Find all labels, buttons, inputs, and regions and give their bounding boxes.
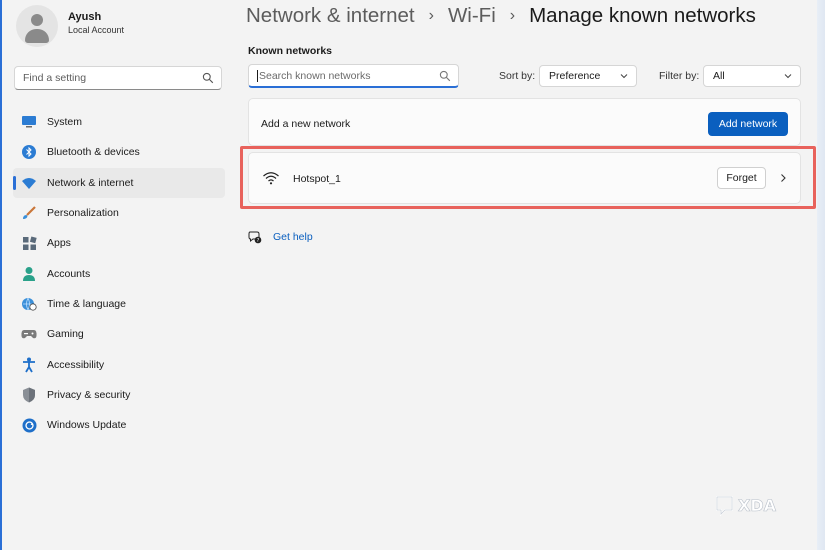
sidebar-item-label: Network & internet (47, 176, 134, 189)
sort-by-dropdown[interactable]: Preference (539, 65, 637, 87)
window-edge-right (817, 0, 825, 550)
sidebar-item-label: Gaming (47, 328, 84, 341)
sidebar-item-system[interactable]: System (13, 107, 225, 137)
sort-by-value: Preference (549, 70, 601, 82)
monitor-icon (21, 114, 37, 130)
help-chat-icon: ? (248, 231, 262, 244)
wifi-icon (21, 175, 37, 191)
sidebar-item-label: Accounts (47, 267, 91, 280)
chevron-down-icon (784, 74, 792, 79)
sidebar-item-label: Windows Update (47, 419, 127, 432)
get-help-link[interactable]: ? Get help (248, 230, 313, 244)
brush-icon (21, 205, 37, 221)
text-caret (257, 70, 258, 82)
find-setting-placeholder: Find a setting (23, 72, 87, 84)
highlight-annotation (240, 146, 816, 209)
sort-by-label: Sort by: (499, 70, 536, 82)
bluetooth-icon (21, 144, 37, 160)
sidebar-item-label: Time & language (47, 297, 126, 310)
globe-clock-icon (21, 296, 37, 312)
add-new-network-label: Add a new network (261, 118, 351, 130)
chevron-right-icon: › (509, 7, 516, 24)
sidebar-item-windows-update[interactable]: Windows Update (13, 410, 225, 440)
sidebar-item-time-language[interactable]: Time & language (13, 289, 225, 319)
search-icon (439, 70, 451, 82)
update-icon (21, 417, 37, 433)
sidebar-item-gaming[interactable]: Gaming (13, 319, 225, 349)
sidebar-item-label: Personalization (47, 207, 119, 220)
sidebar-item-accessibility[interactable]: Accessibility (13, 349, 225, 379)
sidebar-item-bluetooth[interactable]: Bluetooth & devices (13, 137, 225, 167)
search-icon (202, 72, 214, 84)
add-network-card: Add a new network Add network (248, 98, 801, 146)
xda-logo-icon: XDA (716, 496, 777, 517)
add-network-button[interactable]: Add network (708, 112, 788, 136)
chevron-down-icon (620, 74, 628, 79)
apps-icon (21, 235, 37, 251)
known-networks-title: Known networks (248, 45, 333, 57)
search-known-networks-placeholder: Search known networks (259, 70, 371, 82)
person-icon (21, 266, 37, 282)
accessibility-icon (21, 357, 37, 373)
watermark-text: XDA (738, 496, 777, 515)
filter-by-value: All (713, 70, 725, 82)
svg-text:?: ? (257, 238, 260, 244)
sidebar-item-network[interactable]: Network & internet (13, 167, 225, 198)
breadcrumb-network-internet[interactable]: Network & internet (246, 4, 415, 28)
chevron-right-icon: › (428, 7, 434, 24)
filter-by-label: Filter by: (659, 70, 700, 82)
sidebar-item-label: System (47, 116, 83, 129)
sidebar: Ayush Local Account Find a setting Syste… (0, 0, 236, 550)
shield-icon (21, 387, 37, 403)
sidebar-nav: System Bluetooth & devices Network & int… (13, 107, 225, 440)
sidebar-item-apps[interactable]: Apps (13, 228, 225, 258)
sidebar-item-label: Accessibility (47, 358, 105, 371)
find-setting-input[interactable]: Find a setting (14, 66, 222, 90)
avatar (16, 5, 58, 47)
profile-account-type: Local Account (68, 25, 125, 35)
user-profile[interactable]: Ayush Local Account (16, 5, 124, 47)
sidebar-item-accounts[interactable]: Accounts (13, 258, 225, 288)
sidebar-item-label: Apps (47, 237, 71, 250)
gamepad-icon (21, 326, 37, 342)
sidebar-item-label: Privacy & security (47, 388, 131, 401)
get-help-label: Get help (273, 231, 313, 243)
sidebar-item-label: Bluetooth & devices (47, 146, 140, 159)
sidebar-item-personalization[interactable]: Personalization (13, 198, 225, 228)
filter-by-dropdown[interactable]: All (703, 65, 801, 87)
page-title: Manage known networks (529, 4, 756, 27)
search-known-networks-input[interactable]: Search known networks (248, 64, 459, 88)
breadcrumb: Network & internet › Wi-Fi › Manage know… (246, 4, 756, 28)
breadcrumb-wifi[interactable]: Wi-Fi (448, 4, 496, 28)
sidebar-item-privacy-security[interactable]: Privacy & security (13, 380, 225, 410)
profile-name: Ayush (68, 11, 102, 23)
